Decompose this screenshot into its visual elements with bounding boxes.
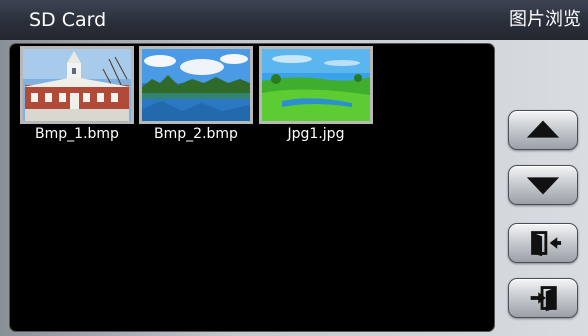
file-name-2: Bmp_2.bmp	[154, 126, 238, 142]
enter-button[interactable]	[508, 278, 578, 318]
source-title: SD Card	[29, 9, 107, 31]
building-photo-icon	[23, 49, 131, 121]
file-browser: Bmp_1.bmp Bmp_2.bmp Jpg1.jpg	[9, 43, 495, 332]
title-bar: SD Card 图片浏览	[0, 0, 588, 40]
app-title: 图片浏览	[509, 9, 581, 30]
page-up-button[interactable]	[508, 110, 578, 150]
file-thumbnail-2[interactable]	[139, 46, 253, 124]
back-button[interactable]	[508, 223, 578, 263]
file-thumbnail-1[interactable]	[20, 46, 134, 124]
triangle-down-icon	[526, 177, 560, 195]
file-thumbnail-3[interactable]	[259, 46, 373, 124]
lake-landscape-photo-icon	[142, 49, 250, 121]
file-name-1: Bmp_1.bmp	[35, 126, 119, 142]
exit-door-icon	[531, 231, 562, 257]
file-name-3: Jpg1.jpg	[287, 126, 345, 142]
navigation-panel	[500, 43, 588, 336]
green-field-photo-icon	[262, 49, 370, 121]
enter-door-icon	[530, 286, 557, 312]
triangle-up-icon	[526, 120, 560, 138]
page-down-button[interactable]	[508, 165, 578, 205]
